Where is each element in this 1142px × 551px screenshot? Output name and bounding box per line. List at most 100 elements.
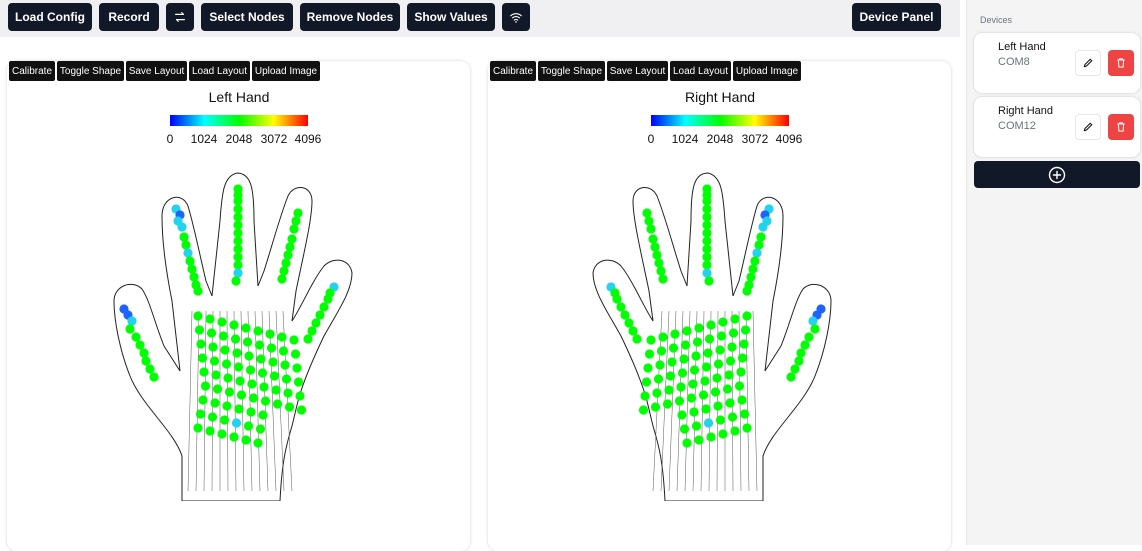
- sensor-node[interactable]: [258, 410, 268, 420]
- sensor-node[interactable]: [754, 240, 764, 250]
- sensor-node[interactable]: [689, 407, 699, 417]
- sensor-node[interactable]: [698, 390, 709, 400]
- sensor-node[interactable]: [702, 220, 712, 230]
- sensor-node[interactable]: [233, 268, 243, 278]
- sensor-node[interactable]: [233, 236, 243, 246]
- sensor-node[interactable]: [315, 310, 325, 320]
- sensor-node[interactable]: [219, 415, 230, 425]
- remove-nodes-button[interactable]: Remove Nodes: [300, 3, 400, 31]
- sensor-node[interactable]: [200, 381, 211, 391]
- sensor-node[interactable]: [628, 326, 638, 336]
- sensor-node[interactable]: [701, 404, 711, 414]
- sensor-node[interactable]: [233, 228, 243, 238]
- sensor-node[interactable]: [287, 234, 297, 244]
- sensor-node[interactable]: [223, 373, 233, 383]
- delete-device-button[interactable]: [1108, 114, 1134, 140]
- sensor-node[interactable]: [725, 356, 736, 366]
- calibrate-button[interactable]: Calibrate: [9, 61, 55, 81]
- sensor-node[interactable]: [704, 334, 715, 344]
- sensor-node[interactable]: [641, 377, 652, 387]
- sensor-node[interactable]: [644, 349, 655, 359]
- sensor-node[interactable]: [670, 329, 680, 339]
- sensor-node[interactable]: [689, 365, 700, 375]
- sensor-node[interactable]: [272, 399, 283, 409]
- sensor-node[interactable]: [255, 424, 266, 434]
- sensor-node[interactable]: [679, 354, 689, 364]
- toggle-shape-button[interactable]: Toggle Shape: [57, 61, 124, 81]
- sensor-node[interactable]: [710, 387, 721, 397]
- sensor-node[interactable]: [742, 311, 752, 321]
- save-layout-button[interactable]: Save Layout: [126, 61, 187, 81]
- sensor-node[interactable]: [277, 332, 287, 342]
- sensor-node[interactable]: [205, 426, 215, 436]
- sensor-node[interactable]: [185, 256, 195, 266]
- sensor-node[interactable]: [278, 346, 289, 356]
- sensor-node[interactable]: [266, 343, 277, 353]
- toggle-shape-button[interactable]: Toggle Shape: [538, 61, 605, 81]
- sensor-node[interactable]: [646, 335, 656, 345]
- sensor-node[interactable]: [677, 410, 687, 420]
- sensor-node[interactable]: [706, 320, 716, 330]
- sensor-node[interactable]: [247, 379, 257, 389]
- sensor-node[interactable]: [254, 340, 265, 350]
- sensor-node[interactable]: [281, 258, 291, 268]
- sensor-node[interactable]: [702, 236, 712, 246]
- sensor-node[interactable]: [220, 345, 230, 355]
- sensor-node[interactable]: [692, 337, 703, 347]
- sensor-node[interactable]: [291, 216, 301, 226]
- device-card[interactable]: Right Hand COM12: [974, 97, 1140, 157]
- sensor-node[interactable]: [233, 204, 243, 214]
- sensor-node[interactable]: [702, 228, 712, 238]
- sensor-node[interactable]: [658, 332, 668, 342]
- sensor-node[interactable]: [667, 357, 677, 367]
- sensor-node[interactable]: [736, 367, 746, 377]
- sensor-node[interactable]: [221, 359, 232, 369]
- sensor-node[interactable]: [231, 276, 241, 286]
- sensor-node[interactable]: [260, 396, 271, 406]
- sensor-node[interactable]: [218, 331, 229, 341]
- sensor-node[interactable]: [303, 334, 313, 344]
- sensor-node[interactable]: [145, 364, 155, 374]
- sensor-node[interactable]: [725, 398, 735, 408]
- select-nodes-button[interactable]: Select Nodes: [201, 3, 293, 31]
- sensor-node[interactable]: [642, 208, 652, 218]
- sensor-node[interactable]: [187, 264, 197, 274]
- sensor-node[interactable]: [236, 390, 247, 400]
- sensor-node[interactable]: [654, 258, 664, 268]
- sensor-node[interactable]: [131, 332, 141, 342]
- sensor-node[interactable]: [752, 248, 762, 258]
- sensor-node[interactable]: [682, 326, 692, 336]
- sensor-node[interactable]: [632, 334, 642, 344]
- sensor-node[interactable]: [285, 242, 295, 252]
- sensor-node[interactable]: [235, 376, 245, 386]
- sensor-node[interactable]: [232, 348, 242, 358]
- record-button[interactable]: Record: [99, 3, 159, 31]
- device-panel-button[interactable]: Device Panel: [852, 3, 941, 31]
- sensor-node[interactable]: [624, 318, 634, 328]
- sensor-node[interactable]: [701, 362, 712, 372]
- sensor-node[interactable]: [758, 222, 768, 232]
- sensor-node[interactable]: [702, 212, 712, 222]
- sensor-node[interactable]: [704, 276, 714, 286]
- add-device-button[interactable]: [974, 161, 1140, 188]
- sensor-node[interactable]: [181, 240, 191, 250]
- sensor-node[interactable]: [694, 435, 704, 445]
- sensor-node[interactable]: [656, 346, 667, 356]
- sensor-node[interactable]: [209, 356, 220, 366]
- sensor-node[interactable]: [712, 373, 722, 383]
- sensor-node[interactable]: [644, 216, 654, 226]
- sensor-node[interactable]: [127, 316, 137, 326]
- sensor-node[interactable]: [125, 324, 135, 334]
- sensor-node[interactable]: [248, 393, 259, 403]
- sensor-node[interactable]: [713, 359, 724, 369]
- sensor-node[interactable]: [665, 371, 676, 381]
- sensor-node[interactable]: [648, 234, 658, 244]
- sensor-node[interactable]: [224, 387, 235, 397]
- sensor-node[interactable]: [727, 342, 737, 352]
- save-layout-button[interactable]: Save Layout: [607, 61, 668, 81]
- sensor-node[interactable]: [702, 268, 712, 278]
- sensor-node[interactable]: [295, 391, 305, 401]
- sensor-node[interactable]: [691, 351, 701, 361]
- sensor-node[interactable]: [694, 323, 704, 333]
- sensor-node[interactable]: [679, 424, 690, 434]
